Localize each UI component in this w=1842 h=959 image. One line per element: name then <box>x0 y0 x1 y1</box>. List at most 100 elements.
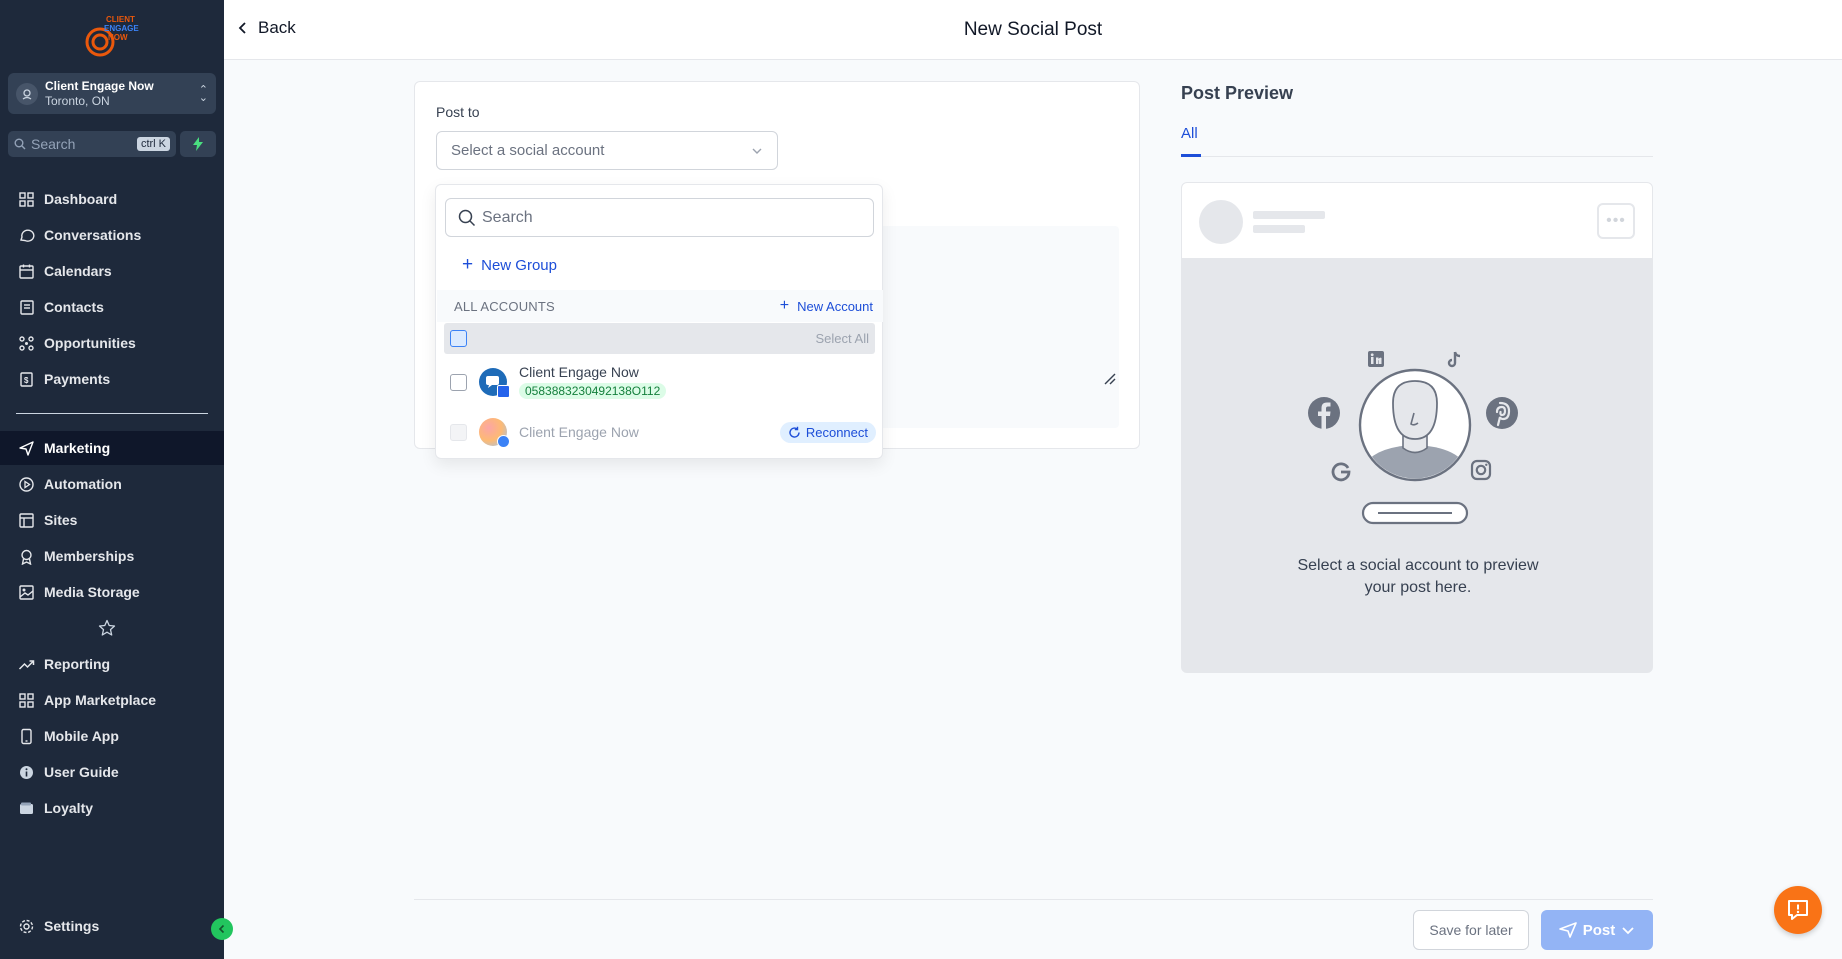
social-placeholder-illustration <box>1308 351 1518 525</box>
active-tab-indicator <box>1181 154 1201 157</box>
account-search-input[interactable]: Search <box>445 198 874 237</box>
post-preview-card: ••• Select a social account to preview y… <box>1181 182 1653 673</box>
reconnect-button[interactable]: Reconnect <box>779 421 876 443</box>
sidebar-item-marketing[interactable]: Marketing <box>0 431 224 465</box>
chevron-down-icon <box>752 148 762 154</box>
info-icon <box>20 765 33 779</box>
sidebar-settings-label: Settings <box>44 918 100 934</box>
sidebar-item-sites[interactable]: Sites <box>0 503 224 537</box>
svg-text:$: $ <box>24 376 29 385</box>
select-all-label: Select All <box>815 331 869 346</box>
select-all-row[interactable]: Select All <box>444 323 875 354</box>
sidebar-item-label: Mobile App <box>44 728 119 744</box>
social-account-select-placeholder: Select a social account <box>451 142 605 159</box>
account-switcher[interactable]: Client Engage Now Toronto, ON ⌃ ⌄ <box>8 73 216 114</box>
sidebar-item-label: Conversations <box>44 227 142 243</box>
plus-icon: + <box>779 297 790 314</box>
new-account-label: New Account <box>797 298 873 314</box>
all-accounts-label: ALL ACCOUNTS <box>454 298 555 314</box>
resize-handle-icon[interactable] <box>1103 372 1117 386</box>
reconnect-label: Reconnect <box>805 424 868 440</box>
page-header: Back New Social Post <box>224 0 1842 60</box>
sidebar-item-label: Reporting <box>44 656 111 672</box>
chat-icon <box>20 228 35 242</box>
sidebar-item-media-storage[interactable]: Media Storage <box>0 575 224 609</box>
automation-icon <box>19 476 34 492</box>
account-search-placeholder: Search <box>482 208 533 226</box>
account-avatar <box>479 368 510 398</box>
facebook-icon <box>1308 397 1340 429</box>
image-icon <box>19 584 34 600</box>
sidebar-item-app-marketplace[interactable]: App Marketplace <box>0 683 224 717</box>
sidebar-item-opportunities[interactable]: Opportunities <box>0 326 224 360</box>
star-icon[interactable] <box>98 619 116 637</box>
sidebar-item-label: App Marketplace <box>44 692 157 708</box>
new-group-button[interactable]: + New Group <box>462 254 557 276</box>
new-group-label: New Group <box>481 256 557 274</box>
help-chat-button[interactable] <box>1774 886 1822 934</box>
preview-empty-message: Select a social account to preview your … <box>1297 557 1539 596</box>
sites-icon <box>19 512 34 528</box>
all-accounts-header: ALL ACCOUNTS + New Account <box>437 290 883 322</box>
payments-icon: $ <box>20 371 33 387</box>
sidebar-item-calendars[interactable]: Calendars <box>0 254 224 288</box>
sidebar-item-conversations[interactable]: Conversations <box>0 218 224 252</box>
sidebar-item-reporting[interactable]: Reporting <box>0 647 224 681</box>
tab-all[interactable]: All <box>1181 125 1198 142</box>
sidebar-search-placeholder: Search <box>31 136 76 152</box>
account-avatar <box>479 418 510 448</box>
chevron-down-icon[interactable] <box>1621 926 1635 935</box>
account-row: Client Engage Now Reconnect <box>450 410 880 454</box>
sidebar-item-mobile-app[interactable]: Mobile App <box>0 719 224 753</box>
bolt-icon <box>193 137 203 151</box>
send-icon <box>1558 922 1577 938</box>
sidebar-item-contacts[interactable]: Contacts <box>0 290 224 324</box>
app-logo[interactable]: CLIENT ENGAGE NOW <box>80 12 144 60</box>
sidebar-item-payments[interactable]: $ Payments <box>0 362 224 396</box>
save-for-later-button[interactable]: Save for later <box>1413 910 1529 950</box>
sidebar-item-label: Automation <box>44 476 122 492</box>
mobile-icon <box>21 728 32 744</box>
sidebar-item-label: Memberships <box>44 548 135 564</box>
account-checkbox <box>450 423 467 441</box>
sidebar-item-label: Payments <box>44 371 111 387</box>
sidebar-item-dashboard[interactable]: Dashboard <box>0 182 224 216</box>
sidebar-item-label: Opportunities <box>44 335 136 351</box>
chevron-up-down-icon: ⌃ ⌄ <box>198 83 208 104</box>
sidebar-item-label: Loyalty <box>44 800 94 816</box>
account-name: Client Engage Now <box>45 78 154 93</box>
search-icon <box>458 209 476 226</box>
social-account-select[interactable]: Select a social account <box>436 131 778 170</box>
sidebar-item-label: Media Storage <box>44 584 140 600</box>
svg-text:NOW: NOW <box>108 33 128 42</box>
select-all-checkbox[interactable] <box>450 330 467 347</box>
sidebar-item-automation[interactable]: Automation <box>0 467 224 501</box>
post-button[interactable]: Post <box>1541 910 1653 950</box>
account-row[interactable]: Client Engage Now 0583883230492138O112 <box>450 360 880 404</box>
account-checkbox[interactable] <box>450 373 467 391</box>
sidebar-item-loyalty[interactable]: Loyalty <box>0 791 224 825</box>
quick-actions-button[interactable] <box>180 131 216 157</box>
sidebar-item-user-guide[interactable]: User Guide <box>0 755 224 789</box>
sidebar-item-label: Contacts <box>44 299 104 315</box>
preview-line-placeholder <box>1253 225 1305 233</box>
wallet-icon <box>20 802 33 814</box>
user-placeholder-icon <box>1358 368 1472 525</box>
sidebar-item-label: User Guide <box>44 764 119 780</box>
svg-text:ENGAGE: ENGAGE <box>104 24 139 33</box>
post-button-label: Post <box>1582 921 1616 939</box>
sidebar-item-settings[interactable]: Settings <box>0 909 224 943</box>
preview-avatar-placeholder <box>1199 200 1243 244</box>
preview-line-placeholder <box>1253 211 1325 219</box>
location-avatar <box>16 82 38 105</box>
memberships-icon <box>21 549 32 565</box>
account-id-badge: 0583883230492138O112 <box>519 383 667 399</box>
collapse-sidebar-button[interactable] <box>211 918 233 940</box>
opportunities-icon <box>19 335 34 351</box>
chevron-left-icon <box>218 924 225 934</box>
sidebar-search[interactable]: Search ctrl K <box>8 131 176 157</box>
sidebar-item-memberships[interactable]: Memberships <box>0 539 224 573</box>
sidebar: CLIENT ENGAGE NOW Client Engage Now Toro… <box>0 0 233 959</box>
new-account-button[interactable]: + New Account <box>780 297 873 315</box>
plus-icon: + <box>462 254 474 275</box>
